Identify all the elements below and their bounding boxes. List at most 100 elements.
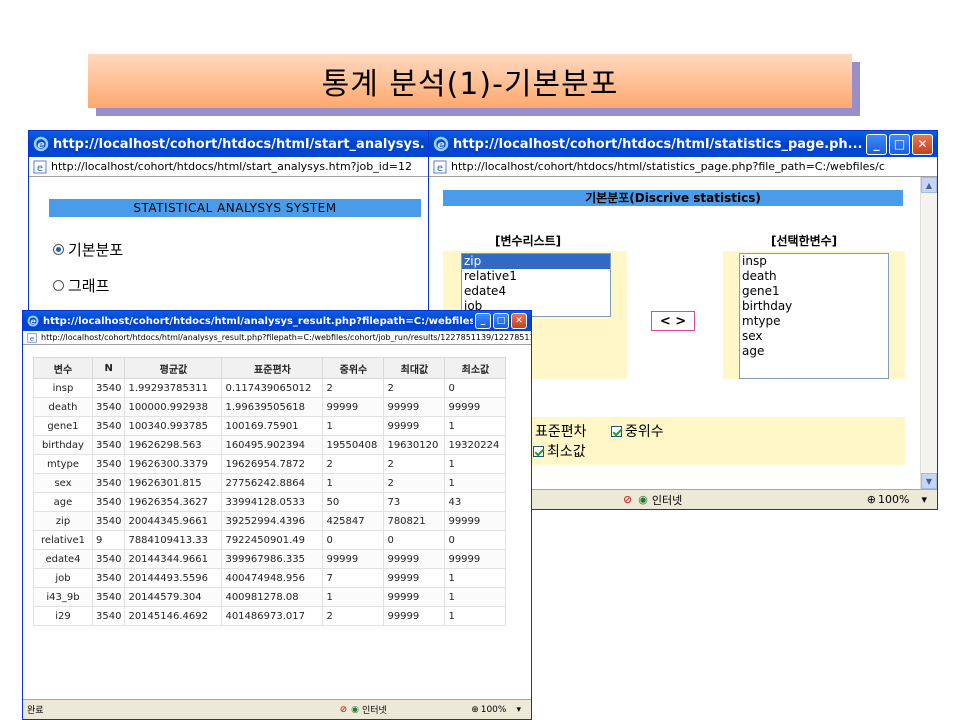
table-cell: 1 [444,473,507,493]
option-label: 기본분포 [68,241,124,259]
variable-listbox[interactable]: zip relative1 edate4 job [461,253,611,317]
table-cell: 99999 [383,416,446,436]
table-row: insp 3540 1.99293785311 0.117439065012 2 2 0 [33,378,507,398]
radio-icon[interactable] [53,280,64,291]
zoom-level[interactable]: 100% [481,705,507,715]
minimize-icon[interactable]: _ [475,313,491,329]
table-cell: 1 [322,587,385,607]
table-cell: gene1 [33,416,93,436]
list-item[interactable]: edate4 [462,284,610,299]
list-item[interactable]: relative1 [462,269,610,284]
slide-title: 통계 분석(1)-기본분포 [88,54,852,108]
list-item[interactable]: zip [462,254,610,269]
table-cell: 160495.902394 [221,435,324,455]
svg-text:e: e [30,333,34,342]
scroll-down-icon[interactable]: ▼ [921,473,937,489]
table-cell: 3540 [91,416,126,436]
table-header-row: 변수 N 평균값 표준편차 중위수 최대값 최소값 [33,357,507,379]
address-text: http://localhost/cohort/htdocs/html/star… [51,160,413,173]
table-cell: i43_9b [33,587,93,607]
address-bar[interactable]: e http://localhost/cohort/htdocs/html/st… [29,157,437,177]
title-bar[interactable]: e http://localhost/cohort/htdocs/html/an… [23,311,531,331]
table-cell: 7 [322,568,385,588]
table-cell: 1 [444,587,507,607]
scroll-up-icon[interactable]: ▲ [921,177,937,193]
table-cell: 1 [444,568,507,588]
table-cell: 99999 [444,549,507,569]
table-cell: 99999 [383,587,446,607]
table-cell: 99999 [322,397,385,417]
title-bar[interactable]: e http://localhost/cohort/htdocs/html/st… [29,131,437,157]
table-cell: 99999 [383,568,446,588]
list-item[interactable]: sex [740,329,888,344]
table-cell: 73 [383,492,446,512]
table-cell: 3540 [91,378,126,398]
close-icon[interactable]: ✕ [912,133,933,155]
check-std-dev[interactable]: 표준편차 [535,421,587,441]
table-cell: 2 [322,454,385,474]
list-item[interactable]: gene1 [740,284,888,299]
table-cell: 20144493.5596 [124,568,223,588]
zoom-dropdown-icon[interactable]: ▾ [921,493,927,506]
zoom-level[interactable]: 100% [878,493,909,506]
page-content: 변수 N 평균값 표준편차 중위수 최대값 최소값 insp 3540 1.9929… [23,345,531,699]
table-cell: 2 [322,378,385,398]
table-row: relative1 9 7884109413.33 7922450901.49 0 0 0 [33,530,507,550]
table-cell: birthday [33,435,93,455]
vertical-scrollbar[interactable]: ▲ ▼ [920,177,937,489]
globe-icon: ◉ [638,493,648,506]
address-bar[interactable]: e http://localhost/cohort/htdocs/html/an… [23,331,531,345]
address-text: http://localhost/cohort/htdocs/html/anal… [41,333,531,342]
status-bar: 완료 ⊘ ◉ 인터넷 ⊕ 100% ▾ [23,699,531,719]
table-row: death 3540 100000.992938 1.99639505618 99999… [33,397,507,417]
table-cell: 99999 [444,397,507,417]
option-basic-distribution[interactable]: 기본분포 [53,239,123,260]
table-cell: 19320224 [444,435,507,455]
table-cell: 20144579.304 [124,587,223,607]
check-median[interactable]: 중위수 [611,421,664,441]
title-bar[interactable]: e http://localhost/cohort/htdocs/html/st… [429,131,937,157]
zoom-dropdown-icon[interactable]: ▾ [516,705,521,715]
table-row: zip 3540 20044345.9661 39252994.4396 425847 7… [33,511,507,531]
list-item[interactable]: birthday [740,299,888,314]
page-icon: e [27,332,37,342]
move-variable-button[interactable]: < > [651,311,695,331]
list-item[interactable]: mtype [740,314,888,329]
table-cell: 425847 [322,511,385,531]
zoom-icon: ⊕ [471,704,479,715]
results-body: insp 3540 1.99293785311 0.117439065012 2 2 0 de… [33,378,507,626]
table-cell: 1.99639505618 [221,397,324,417]
checkbox-checked-icon[interactable] [611,425,622,437]
selected-listbox[interactable]: insp death gene1 birthday mtype sex age [739,253,889,379]
svg-text:e: e [37,163,43,174]
page-icon: e [433,160,447,174]
table-cell: 1 [322,416,385,436]
col-header: 변수 [33,357,93,379]
selected-list-label: [선택한변수] [771,234,838,248]
list-item[interactable]: age [740,344,888,359]
option-graph[interactable]: 그래프 [53,275,109,296]
table-row: sex 3540 19626301.815 27756242.8864 1 2 1 [33,473,507,493]
table-cell: 43 [444,492,507,512]
checkbox-checked-icon[interactable] [533,445,544,457]
col-header: 표준편차 [221,357,324,379]
maximize-icon[interactable]: □ [493,313,509,329]
table-cell: age [33,492,93,512]
svg-text:e: e [37,138,45,151]
table-cell: 20044345.9661 [124,511,223,531]
minimize-icon[interactable]: _ [866,133,887,155]
list-item[interactable]: insp [740,254,888,269]
table-cell: 50 [322,492,385,512]
close-icon[interactable]: ✕ [511,313,527,329]
table-cell: sex [33,473,93,493]
table-cell: 99999 [322,549,385,569]
table-cell: 20145146.4692 [124,606,223,626]
address-bar[interactable]: e http://localhost/cohort/htdocs/html/st… [429,157,937,177]
check-minimum[interactable]: 최소값 [533,441,586,461]
list-item[interactable]: death [740,269,888,284]
table-cell: 0 [322,530,385,550]
radio-selected-icon[interactable] [53,244,64,255]
table-row: mtype 3540 19626300.3379 19626954.7872 2 2 1 [33,454,507,474]
svg-text:e: e [30,316,36,326]
maximize-icon[interactable]: □ [889,133,910,155]
